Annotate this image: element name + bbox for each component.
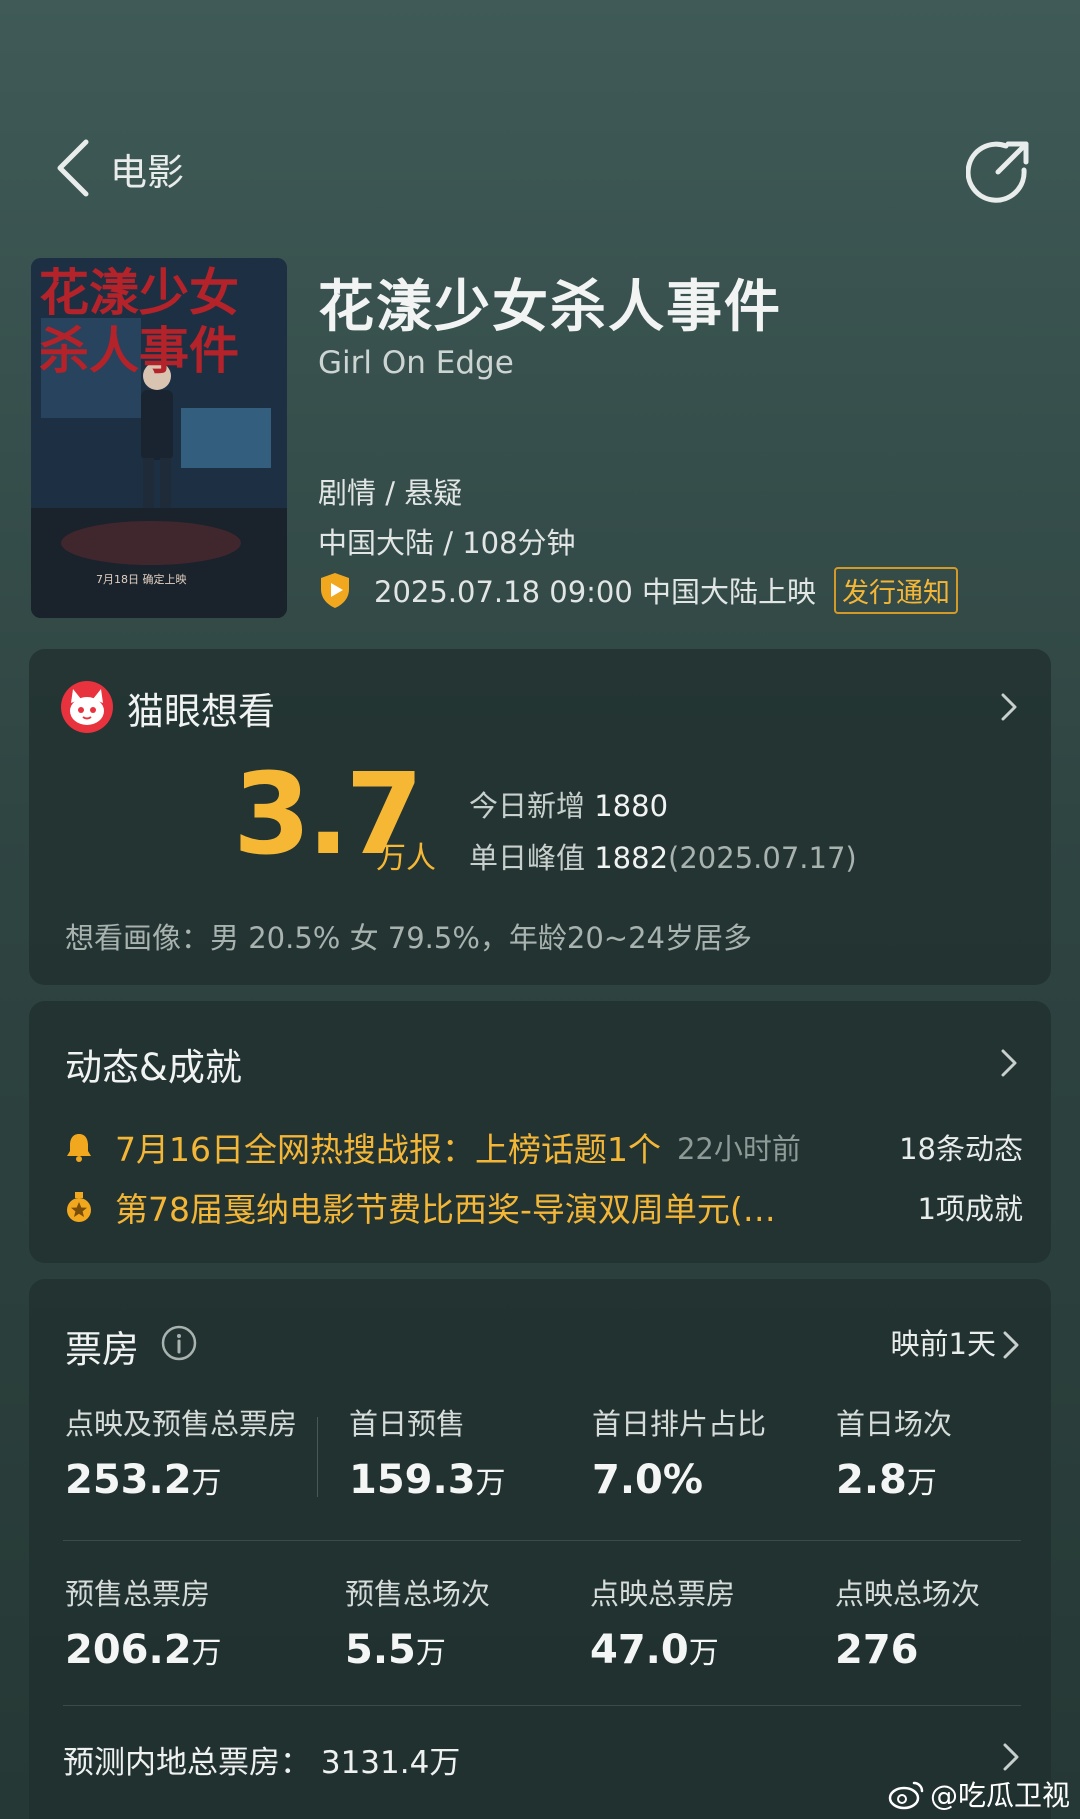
stat-value: 159.3万: [349, 1457, 506, 1503]
info-icon[interactable]: [161, 1325, 197, 1361]
stat-cell: 预售总票房 206.2万: [65, 1571, 222, 1673]
maoyan-logo-icon: [61, 681, 113, 733]
box-office-forecast[interactable]: 预测内地总票房： 3131.4万: [63, 1737, 460, 1782]
box-office-title: 票房: [65, 1328, 139, 1371]
stat-cell: 点映总场次 276: [835, 1571, 980, 1673]
stat-label: 预售总票房: [65, 1577, 211, 1611]
column-divider: [317, 1417, 318, 1497]
poster-image: 花漾少女 杀人事件 7月18日 确定上映: [31, 258, 287, 618]
stat-label: 首日排片占比: [592, 1407, 767, 1441]
movie-region-duration: 中国大陆 / 108分钟: [318, 526, 576, 560]
audience-portrait: 想看画像：男 20.5% 女 79.5%，年龄20~24岁居多: [65, 921, 753, 955]
shield-play-icon: [321, 573, 349, 608]
row-divider: [63, 1540, 1021, 1541]
daily-peak-stat: 单日峰值 1882(2025.07.17): [469, 835, 857, 877]
share-button[interactable]: [965, 136, 1034, 204]
stat-cell: 首日排片占比 7.0%: [592, 1401, 766, 1503]
release-notice-button[interactable]: 发行通知: [834, 566, 959, 614]
movie-genre: 剧情 / 悬疑: [318, 476, 463, 510]
share-icon: [965, 141, 1029, 203]
stat-cell: 点映总票房 47.0万: [590, 1571, 735, 1673]
dynamics-card[interactable]: 动态&成就 7月16日全网热搜战报：上榜话题1个 22小时前 18条动态 第78…: [29, 1001, 1051, 1263]
watermark: @吃瓜卫视: [888, 1774, 1070, 1814]
dynamic-text: 7月16日全网热搜战报：上榜话题1个: [115, 1130, 661, 1169]
stat-value: 5.5万: [345, 1627, 446, 1673]
today-new-stat: 今日新增 1880: [469, 783, 668, 825]
stat-value: 276: [835, 1627, 919, 1673]
poster-title-line1: 花漾少女: [39, 263, 239, 322]
stat-cell: 首日场次 2.8万: [836, 1401, 952, 1503]
dynamic-item[interactable]: 7月16日全网热搜战报：上榜话题1个 22小时前 18条动态: [63, 1125, 1023, 1169]
weibo-logo-icon: [888, 1781, 924, 1810]
days-before-release[interactable]: 映前1天: [891, 1321, 996, 1363]
header-title: 电影: [110, 151, 184, 194]
dynamic-time: 22小时前: [676, 1132, 801, 1166]
stat-cell: 首日预售 159.3万: [349, 1401, 506, 1503]
medal-icon: [67, 1192, 91, 1222]
stat-value: 47.0万: [590, 1627, 719, 1673]
daily-peak-date: (2025.07.17): [668, 841, 857, 875]
chevron-left-icon: [57, 139, 89, 197]
stat-value: 206.2万: [65, 1627, 222, 1673]
movie-title: 花漾少女杀人事件: [318, 275, 782, 340]
stat-value: 7.0%: [592, 1457, 703, 1503]
row-divider: [63, 1705, 1021, 1706]
watermark-text: @吃瓜卫视: [930, 1779, 1071, 1812]
chevron-right-icon[interactable]: [999, 691, 1019, 723]
stat-label: 首日场次: [836, 1407, 953, 1441]
stat-value: 253.2万: [65, 1457, 222, 1503]
daily-peak-label: 单日峰值: [469, 841, 586, 875]
dynamic-count: 18条动态: [899, 1132, 1023, 1166]
stat-label: 点映总票房: [590, 1577, 736, 1611]
poster-title-line2: 杀人事件: [39, 321, 239, 380]
box-office-card[interactable]: 票房 映前1天 点映及预售总票房 253.2万 首日预售 159.3万 首日排片…: [29, 1279, 1051, 1819]
achievement-text: 第78届戛纳电影节费比西奖-导演双周单元(…: [115, 1190, 776, 1229]
achievement-count: 1项成就: [917, 1192, 1023, 1226]
movie-poster[interactable]: 花漾少女 杀人事件 7月18日 确定上映: [31, 258, 287, 618]
stat-label: 预售总场次: [345, 1577, 491, 1611]
achievement-item[interactable]: 第78届戛纳电影节费比西奖-导演双周单元(… 1项成就: [63, 1185, 1023, 1229]
stat-label: 首日预售: [349, 1407, 466, 1441]
today-new-value: 1880: [594, 789, 669, 823]
release-date: 2025.07.18 09:00 中国大陆上映: [374, 575, 817, 609]
daily-peak-value: 1882: [594, 841, 669, 875]
back-button[interactable]: [52, 136, 102, 200]
want-to-see-title: 猫眼想看: [127, 690, 275, 733]
chevron-right-icon[interactable]: [1001, 1329, 1021, 1361]
want-to-see-card[interactable]: 猫眼想看 3.7 万人 今日新增 1880 单日峰值 1882(2025.07.…: [29, 649, 1051, 985]
chevron-right-icon[interactable]: [1001, 1741, 1021, 1773]
bell-icon: [67, 1134, 91, 1162]
stat-label: 点映及预售总票房: [65, 1407, 298, 1441]
stat-label: 点映总场次: [835, 1577, 981, 1611]
stat-cell: 点映及预售总票房 253.2万: [65, 1401, 297, 1503]
poster-date: 7月18日 确定上映: [96, 572, 187, 586]
today-new-label: 今日新增: [469, 789, 586, 823]
stat-cell: 预售总场次 5.5万: [345, 1571, 490, 1673]
stat-value: 2.8万: [836, 1457, 937, 1503]
chevron-right-icon[interactable]: [999, 1047, 1019, 1079]
want-to-see-unit: 万人: [376, 841, 436, 876]
dynamics-title: 动态&成就: [65, 1046, 242, 1089]
release-row: 2025.07.18 09:00 中国大陆上映 发行通知: [318, 566, 959, 614]
movie-title-en: Girl On Edge: [318, 345, 514, 381]
